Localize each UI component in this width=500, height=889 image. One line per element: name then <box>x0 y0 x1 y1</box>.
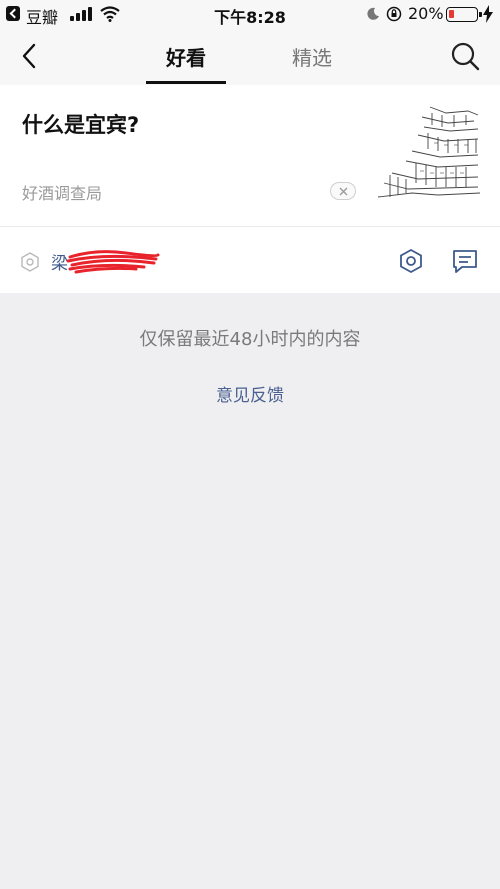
pagoda-sketch-image[interactable] <box>378 103 480 201</box>
battery-percent: 20% <box>408 4 444 23</box>
battery-level-fill <box>449 10 454 18</box>
tab-haokan[interactable]: 好看 <box>146 42 226 71</box>
card-divider <box>0 226 500 227</box>
navigation-bar: 好看 精选 <box>0 28 500 85</box>
article-card[interactable]: 什么是宜宾? 好酒调查局 梁 <box>0 85 500 293</box>
recommend-icon[interactable] <box>398 248 424 274</box>
comment-icon[interactable] <box>452 248 478 274</box>
do-not-disturb-icon <box>367 7 379 20</box>
retention-notice: 仅保留最近48小时内的内容 <box>139 329 361 350</box>
close-icon <box>339 187 348 196</box>
rotation-lock-icon <box>386 6 402 22</box>
search-icon[interactable] <box>450 41 480 71</box>
battery-icon <box>446 7 482 22</box>
tab-jingxuan[interactable]: 精选 <box>272 42 352 71</box>
charging-bolt-icon <box>483 5 493 23</box>
feedback-link[interactable]: 意见反馈 <box>200 381 300 406</box>
dismiss-button[interactable] <box>330 182 356 200</box>
redaction-scribble <box>66 250 160 274</box>
status-bar: 豆瓣 下午8:28 20% <box>0 0 500 28</box>
chevron-left-icon[interactable] <box>16 42 44 70</box>
article-source[interactable]: 好酒调查局 <box>22 180 102 204</box>
author-avatar-icon[interactable] <box>20 252 40 272</box>
article-title[interactable]: 什么是宜宾? <box>22 109 139 139</box>
active-tab-indicator <box>146 81 226 84</box>
